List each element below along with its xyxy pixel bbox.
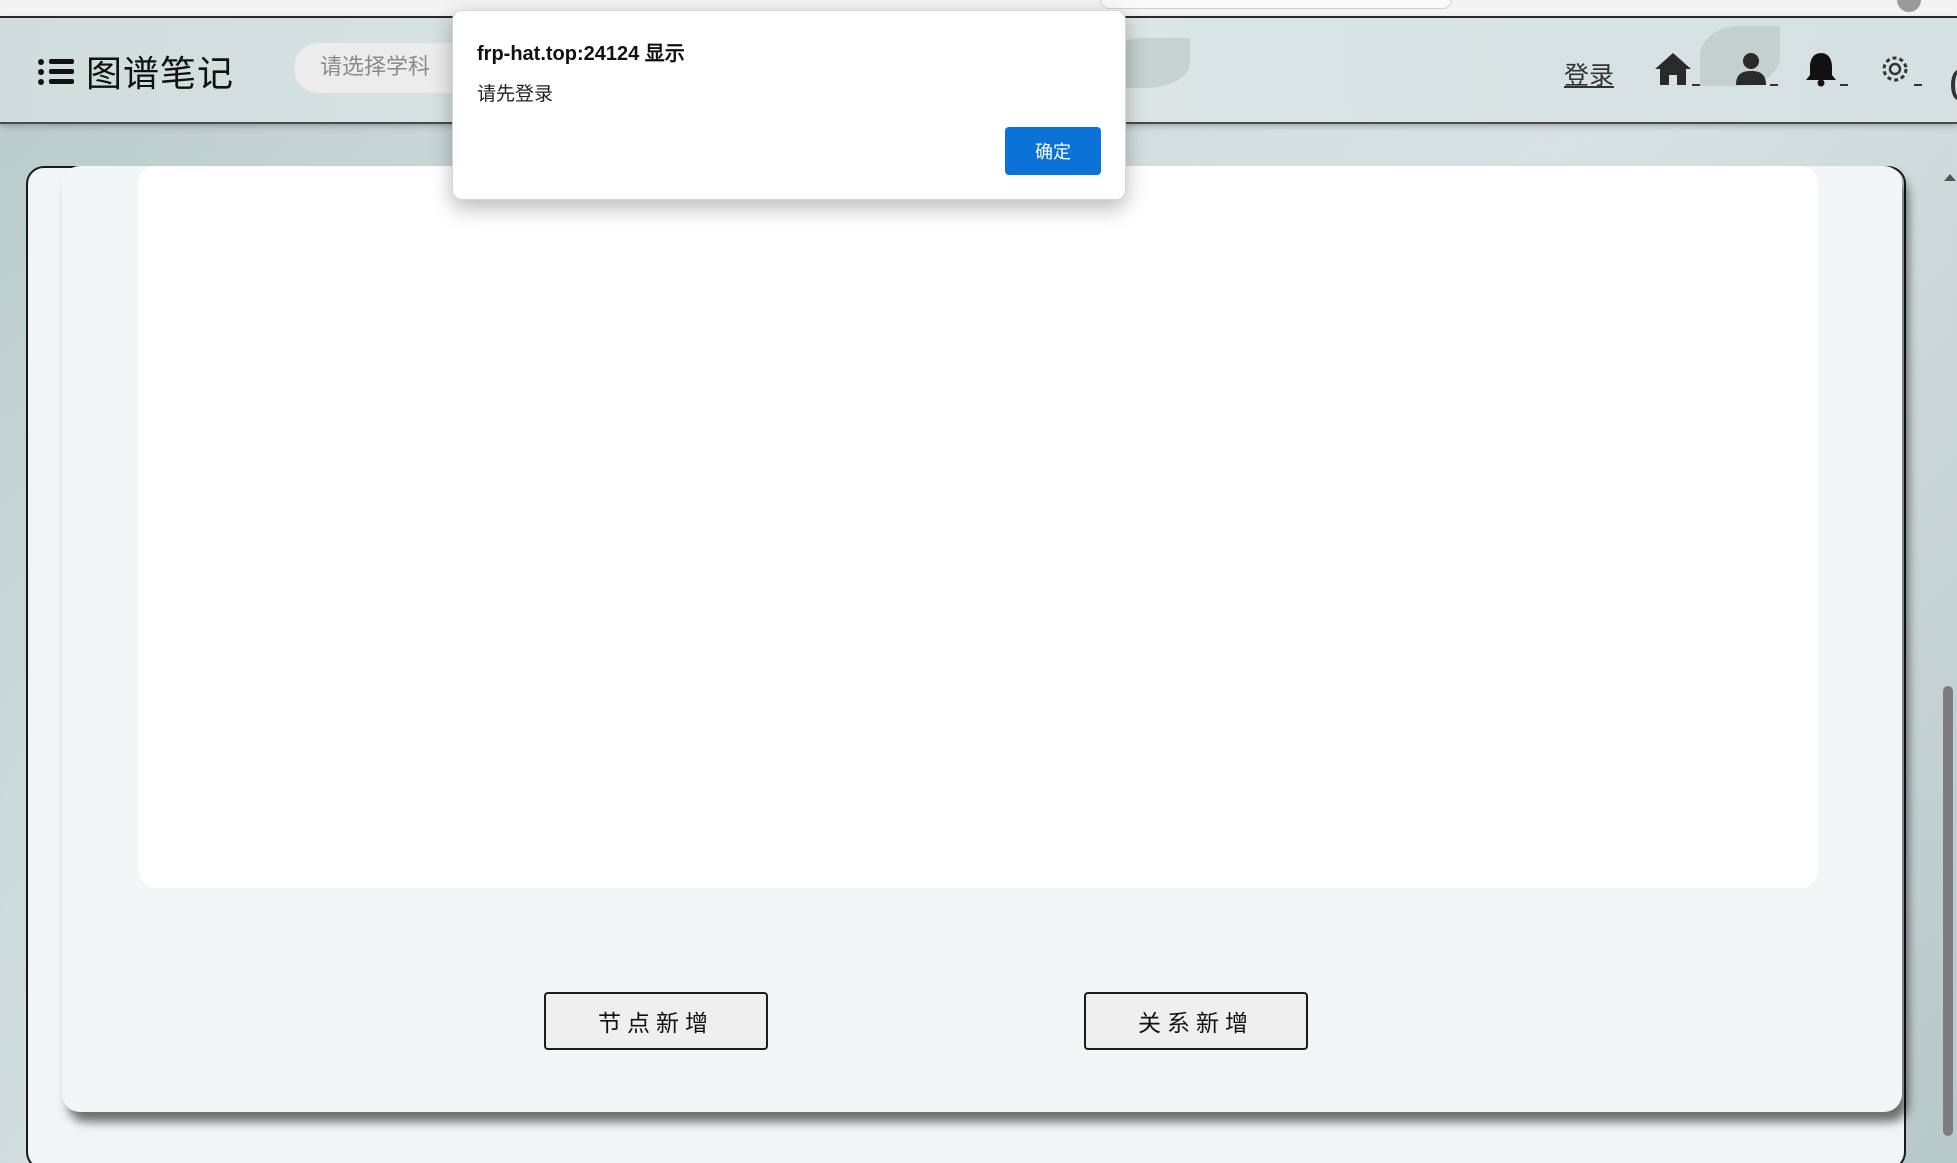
bell-icon[interactable] xyxy=(1800,50,1848,92)
login-link[interactable]: 登录 xyxy=(1564,56,1614,92)
brand[interactable]: 图谱笔记 xyxy=(38,46,234,96)
user-icon[interactable] xyxy=(1730,50,1778,92)
address-bar-edge xyxy=(1100,0,1452,9)
dialog-title: frp-hat.top:24124 显示 xyxy=(477,43,685,65)
browser-profile-icon[interactable] xyxy=(1897,0,1921,12)
add-relation-button[interactable]: 关系新增 xyxy=(1084,992,1308,1050)
home-icon[interactable] xyxy=(1652,50,1700,92)
dialog-ok-button[interactable]: 确定 xyxy=(1005,127,1101,175)
more-icon[interactable] xyxy=(1951,70,1957,100)
menu-icon[interactable] xyxy=(38,55,74,87)
app-title: 图谱笔记 xyxy=(86,54,235,95)
add-node-button[interactable]: 节点新增 xyxy=(544,992,768,1050)
scroll-up-icon[interactable] xyxy=(1944,174,1956,181)
dialog-message: 请先登录 xyxy=(477,84,554,105)
scrollbar-thumb[interactable] xyxy=(1943,686,1953,1136)
alert-dialog: frp-hat.top:24124 显示 请先登录 确定 xyxy=(452,10,1126,200)
gear-icon[interactable] xyxy=(1874,50,1922,92)
page-scrollbar[interactable] xyxy=(1940,166,1957,1163)
graph-canvas[interactable] xyxy=(138,166,1818,888)
